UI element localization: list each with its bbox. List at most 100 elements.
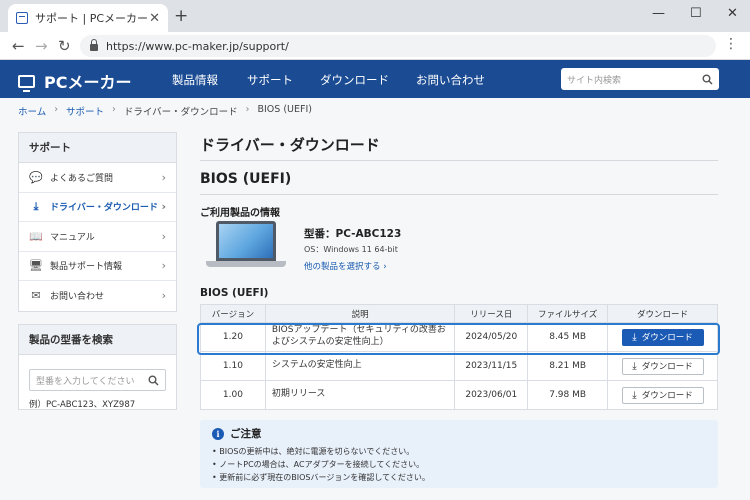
sidebar-item-driver-download[interactable]: ⤓ ドライバー・ダウンロード › bbox=[19, 193, 176, 222]
breadcrumb-current: BIOS (UEFI) bbox=[257, 104, 312, 115]
chevron-right-icon: › bbox=[161, 229, 166, 243]
site-header: PCメーカー 製品情報 サポート ダウンロード お問い合わせ サイト内検索 bbox=[0, 60, 750, 98]
date-cell: 2024/05/20 bbox=[454, 322, 529, 352]
bios-table: バージョン 説明 リリース日 ファイルサイズ ダウンロード 1.20 BIOSア… bbox=[200, 304, 718, 410]
sidebar-item-label: お問い合わせ bbox=[50, 292, 105, 303]
download-button-label: ダウンロード bbox=[641, 391, 693, 401]
browser-tab[interactable]: サポート | PCメーカー ✕ bbox=[8, 4, 168, 32]
download-icon: ⤓ bbox=[632, 389, 637, 401]
model-search-box: 製品の型番を検索 型番を入力してください 例）PC-ABC123、XYZ987 bbox=[18, 324, 177, 410]
description-cell: 初期リリース bbox=[264, 380, 456, 410]
table-row: 1.10 システムの安定性向上 2023/11/15 8.21 MB ⤓ ダウン… bbox=[200, 351, 718, 381]
monitor-icon: 🖥 bbox=[29, 259, 43, 273]
tab-close-icon[interactable]: ✕ bbox=[149, 11, 160, 26]
browser-tabbar: サポート | PCメーカー ✕ + — ☐ ✕ bbox=[0, 0, 750, 32]
laptop-image bbox=[206, 221, 286, 271]
col-header: ダウンロード bbox=[607, 304, 718, 323]
url-text: https://www.pc-maker.jp/support/ bbox=[106, 39, 289, 53]
table-row: 1.20 BIOSアップデート（セキュリティの改善およびシステムの安定性向上） … bbox=[200, 322, 718, 352]
sidebar-item-product-support[interactable]: 🖥 製品サポート情報 › bbox=[19, 252, 176, 281]
size-cell: 8.45 MB bbox=[527, 322, 609, 352]
notice-title: ご注意 bbox=[230, 428, 262, 440]
sidebar-item-manual[interactable]: 📖 マニュアル › bbox=[19, 222, 176, 252]
breadcrumb-separator: › bbox=[112, 104, 116, 115]
search-icon[interactable] bbox=[148, 375, 159, 386]
sidebar-item-label: よくあるご質問 bbox=[50, 173, 114, 184]
minimize-button[interactable]: — bbox=[652, 6, 665, 21]
close-window-button[interactable]: ✕ bbox=[727, 6, 738, 21]
model-search-example: 例）PC-ABC123、XYZ987 bbox=[29, 400, 136, 410]
chevron-right-icon: › bbox=[161, 200, 166, 214]
size-cell: 8.21 MB bbox=[527, 351, 609, 381]
breadcrumb-separator: › bbox=[245, 104, 250, 115]
download-button-label: ダウンロード bbox=[641, 333, 693, 343]
site-search-input[interactable]: サイト内検索 bbox=[561, 68, 719, 90]
table-row: 1.00 初期リリース 2023/06/01 7.98 MB ⤓ ダウンロード bbox=[200, 380, 718, 410]
book-icon: 📖 bbox=[29, 229, 43, 243]
date-cell: 2023/11/15 bbox=[454, 351, 529, 381]
monitor-logo-icon bbox=[18, 74, 35, 92]
notice-item: ノートPCの場合は、ACアダプターを接続してください。 bbox=[212, 458, 706, 471]
sidebar-item-faq[interactable]: 💬 よくあるご質問 › bbox=[19, 163, 176, 193]
page-title: ドライバー・ダウンロード bbox=[200, 136, 380, 154]
select-other-product-link[interactable]: 他の製品を選択する › bbox=[304, 260, 387, 272]
breadcrumb-support[interactable]: サポート bbox=[66, 104, 104, 118]
maximize-button[interactable]: ☐ bbox=[690, 6, 702, 21]
sidebar-item-contact[interactable]: ✉ お問い合わせ › bbox=[19, 281, 176, 311]
chevron-right-icon: › bbox=[161, 289, 166, 303]
browser-menu-icon[interactable]: ⋮ bbox=[724, 36, 738, 52]
download-button[interactable]: ⤓ ダウンロード bbox=[621, 386, 704, 404]
notice-list: BIOSの更新中は、絶対に電源を切らないでください。 ノートPCの場合は、ACア… bbox=[212, 445, 706, 484]
chat-bubble-icon: 💬 bbox=[29, 170, 43, 184]
reload-icon[interactable]: ↻ bbox=[58, 37, 71, 55]
col-header: バージョン bbox=[200, 304, 266, 323]
product-info-heading: ご利用製品の情報 bbox=[200, 208, 280, 219]
notice-item: BIOSの更新中は、絶対に電源を切らないでください。 bbox=[212, 445, 706, 458]
date-cell: 2023/06/01 bbox=[454, 380, 529, 410]
col-header: ファイルサイズ bbox=[527, 304, 609, 323]
logo-text: PCメーカー bbox=[44, 73, 132, 92]
notice-heading: i ご注意 bbox=[212, 426, 706, 441]
section-divider bbox=[200, 194, 718, 195]
model-search-input[interactable]: 型番を入力してください bbox=[29, 369, 166, 391]
sidebar-title: サポート bbox=[19, 133, 176, 163]
page-body: ホーム › サポート › ドライバー・ダウンロード › BIOS (UEFI) … bbox=[0, 98, 750, 500]
chevron-right-icon: › bbox=[161, 170, 166, 184]
section-title: BIOS (UEFI) bbox=[200, 171, 292, 187]
address-bar: ← → ↻ https://www.pc-maker.jp/support/ ⋮ bbox=[0, 32, 750, 60]
nav-support[interactable]: サポート bbox=[247, 72, 293, 88]
site-logo[interactable]: PCメーカー bbox=[18, 69, 131, 93]
model-name: 型番：PC-ABC123 bbox=[304, 228, 402, 240]
tab-title: サポート | PCメーカー bbox=[35, 12, 149, 25]
url-field[interactable]: https://www.pc-maker.jp/support/ bbox=[80, 35, 716, 57]
bios-table-heading: BIOS (UEFI) bbox=[200, 287, 269, 299]
new-tab-button[interactable]: + bbox=[174, 6, 188, 26]
site-search-placeholder: サイト内検索 bbox=[567, 75, 622, 86]
col-header: リリース日 bbox=[454, 304, 529, 323]
model-search-title: 製品の型番を検索 bbox=[19, 325, 176, 355]
download-icon: ⤓ bbox=[632, 360, 637, 372]
notice-item: 更新前に必ず現在のBIOSバージョンを確認してください。 bbox=[212, 471, 706, 484]
nav-products[interactable]: 製品情報 bbox=[172, 72, 218, 88]
download-cell: ⤓ ダウンロード bbox=[607, 351, 718, 381]
nav-download[interactable]: ダウンロード bbox=[320, 72, 389, 88]
breadcrumb-home[interactable]: ホーム bbox=[18, 104, 46, 118]
chevron-right-icon: › bbox=[161, 259, 166, 273]
support-sidebar: サポート 💬 よくあるご質問 › ⤓ ドライバー・ダウンロード › 📖 マニュア… bbox=[18, 132, 177, 312]
breadcrumb: ホーム › サポート › ドライバー・ダウンロード › BIOS (UEFI) bbox=[18, 104, 312, 118]
back-icon[interactable]: ← bbox=[12, 37, 25, 55]
title-divider bbox=[200, 160, 718, 161]
info-icon: i bbox=[212, 427, 224, 440]
col-header: 説明 bbox=[264, 304, 456, 323]
download-button[interactable]: ⤓ ダウンロード bbox=[621, 357, 704, 375]
description-cell: システムの安定性向上 bbox=[264, 351, 456, 381]
lock-icon bbox=[90, 39, 98, 51]
download-button[interactable]: ⤓ ダウンロード bbox=[621, 328, 704, 346]
forward-icon[interactable]: → bbox=[35, 37, 48, 55]
download-icon: ⤓ bbox=[33, 199, 39, 213]
sidebar-item-label: マニュアル bbox=[50, 232, 95, 243]
sidebar-item-label: 製品サポート情報 bbox=[50, 262, 123, 273]
model-search-placeholder: 型番を入力してください bbox=[36, 376, 135, 387]
nav-contact[interactable]: お問い合わせ bbox=[416, 72, 485, 88]
search-icon[interactable] bbox=[702, 74, 713, 85]
